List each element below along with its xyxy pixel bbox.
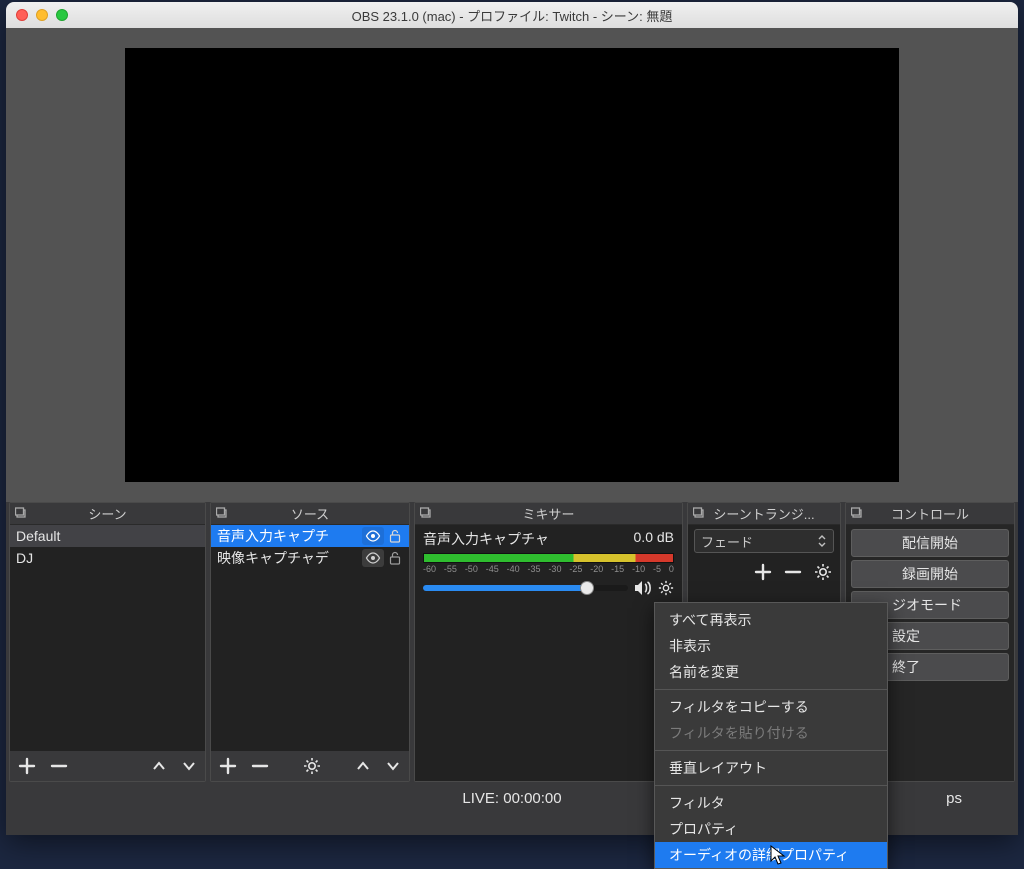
popout-icon[interactable] — [850, 506, 864, 520]
mixer-channel-name: 音声入力キャプチャ — [423, 529, 549, 549]
volume-slider[interactable] — [423, 585, 628, 591]
speaker-icon[interactable] — [634, 580, 652, 596]
sources-panel-header[interactable]: ソース — [211, 503, 409, 525]
source-properties-button[interactable] — [303, 757, 321, 775]
add-source-button[interactable] — [219, 757, 237, 775]
popout-icon[interactable] — [14, 506, 28, 520]
mixer-channel-level: 0.0 dB — [634, 529, 674, 549]
audio-meter — [423, 553, 674, 563]
window-title: OBS 23.1.0 (mac) - プロファイル: Twitch - シーン:… — [352, 6, 673, 25]
remove-scene-button[interactable] — [50, 757, 68, 775]
context-menu-item[interactable]: すべて再表示 — [655, 607, 887, 633]
lock-icon[interactable] — [387, 551, 403, 565]
cursor-icon — [770, 845, 786, 865]
scenes-panel-title: シーン — [88, 504, 126, 523]
transition-select-value: フェード — [701, 532, 753, 551]
context-menu-item[interactable]: プロパティ — [655, 816, 887, 842]
sources-list[interactable]: 音声入力キャプチ 映像キャプチャデ — [211, 525, 409, 751]
context-menu-separator — [655, 750, 887, 751]
source-down-button[interactable] — [385, 758, 401, 774]
scene-down-button[interactable] — [181, 758, 197, 774]
mixer-panel-title: ミキサー — [522, 504, 574, 523]
popout-icon[interactable] — [419, 506, 433, 520]
source-up-button[interactable] — [355, 758, 371, 774]
source-item[interactable]: 音声入力キャプチ — [211, 525, 409, 547]
transition-select[interactable]: フェード — [694, 529, 834, 553]
scene-item-label: DJ — [16, 550, 33, 566]
scene-up-button[interactable] — [151, 758, 167, 774]
start-stream-button[interactable]: 配信開始 — [851, 529, 1009, 557]
popout-icon[interactable] — [692, 506, 706, 520]
scene-item[interactable]: Default — [10, 525, 205, 547]
scenes-toolbar — [10, 751, 205, 781]
transition-properties-button[interactable] — [814, 563, 832, 581]
context-menu-item[interactable]: フィルタをコピーする — [655, 694, 887, 720]
controls-panel-title: コントロール — [891, 504, 969, 523]
minimize-icon[interactable] — [36, 9, 48, 21]
status-fps-suffix: ps — [946, 790, 962, 807]
maximize-icon[interactable] — [56, 9, 68, 21]
audio-meter-ticks: -60-55-50-45-40-35-30-25-20-15-10-50 — [423, 564, 674, 574]
mixer-channel: 音声入力キャプチャ 0.0 dB -60-55-50-45-40-35-30-2… — [415, 525, 682, 596]
mixer-context-menu[interactable]: すべて再表示非表示名前を変更フィルタをコピーするフィルタを貼り付ける垂直レイアウ… — [654, 602, 888, 869]
context-menu-item[interactable]: 名前を変更 — [655, 659, 887, 685]
scene-item-label: Default — [16, 528, 60, 544]
context-menu-item[interactable]: 非表示 — [655, 633, 887, 659]
popout-icon[interactable] — [215, 506, 229, 520]
context-menu-separator — [655, 785, 887, 786]
scenes-panel: シーン Default DJ — [9, 502, 206, 782]
sources-panel-title: ソース — [291, 504, 329, 523]
scenes-list[interactable]: Default DJ — [10, 525, 205, 751]
mixer-panel-header[interactable]: ミキサー — [415, 503, 682, 525]
scene-item[interactable]: DJ — [10, 547, 205, 569]
source-item-label: 音声入力キャプチ — [217, 526, 362, 546]
live-time: LIVE: 00:00:00 — [462, 790, 561, 807]
add-scene-button[interactable] — [18, 757, 36, 775]
lock-icon[interactable] — [387, 529, 403, 543]
stepper-icon — [817, 534, 827, 548]
window-traffic-lights — [16, 9, 68, 21]
context-menu-item[interactable]: 垂直レイアウト — [655, 755, 887, 781]
scenes-panel-header[interactable]: シーン — [10, 503, 205, 525]
source-item-label: 映像キャプチャデ — [217, 548, 362, 568]
start-record-button[interactable]: 録画開始 — [851, 560, 1009, 588]
remove-transition-button[interactable] — [784, 563, 802, 581]
sources-toolbar — [211, 751, 409, 781]
preview-canvas[interactable] — [125, 48, 899, 482]
controls-panel-header[interactable]: コントロール — [846, 503, 1014, 525]
preview-area — [6, 28, 1018, 502]
remove-source-button[interactable] — [251, 757, 269, 775]
transitions-panel-title: シーントランジ... — [713, 504, 814, 523]
window-titlebar: OBS 23.1.0 (mac) - プロファイル: Twitch - シーン:… — [6, 2, 1018, 28]
context-menu-separator — [655, 689, 887, 690]
sources-panel: ソース 音声入力キャプチ 映像キャプチャデ — [210, 502, 410, 782]
mixer-body: 音声入力キャプチャ 0.0 dB -60-55-50-45-40-35-30-2… — [415, 525, 682, 781]
gear-icon[interactable] — [658, 580, 674, 596]
visibility-toggle-icon[interactable] — [362, 549, 384, 567]
context-menu-item: フィルタを貼り付ける — [655, 720, 887, 746]
close-icon[interactable] — [16, 9, 28, 21]
mixer-panel: ミキサー 音声入力キャプチャ 0.0 dB -60-55-50-45-40-35… — [414, 502, 683, 782]
add-transition-button[interactable] — [754, 563, 772, 581]
obs-main-window: OBS 23.1.0 (mac) - プロファイル: Twitch - シーン:… — [6, 2, 1018, 835]
source-item[interactable]: 映像キャプチャデ — [211, 547, 409, 569]
visibility-toggle-icon[interactable] — [362, 527, 384, 545]
transitions-panel-header[interactable]: シーントランジ... — [688, 503, 840, 525]
context-menu-item[interactable]: フィルタ — [655, 790, 887, 816]
